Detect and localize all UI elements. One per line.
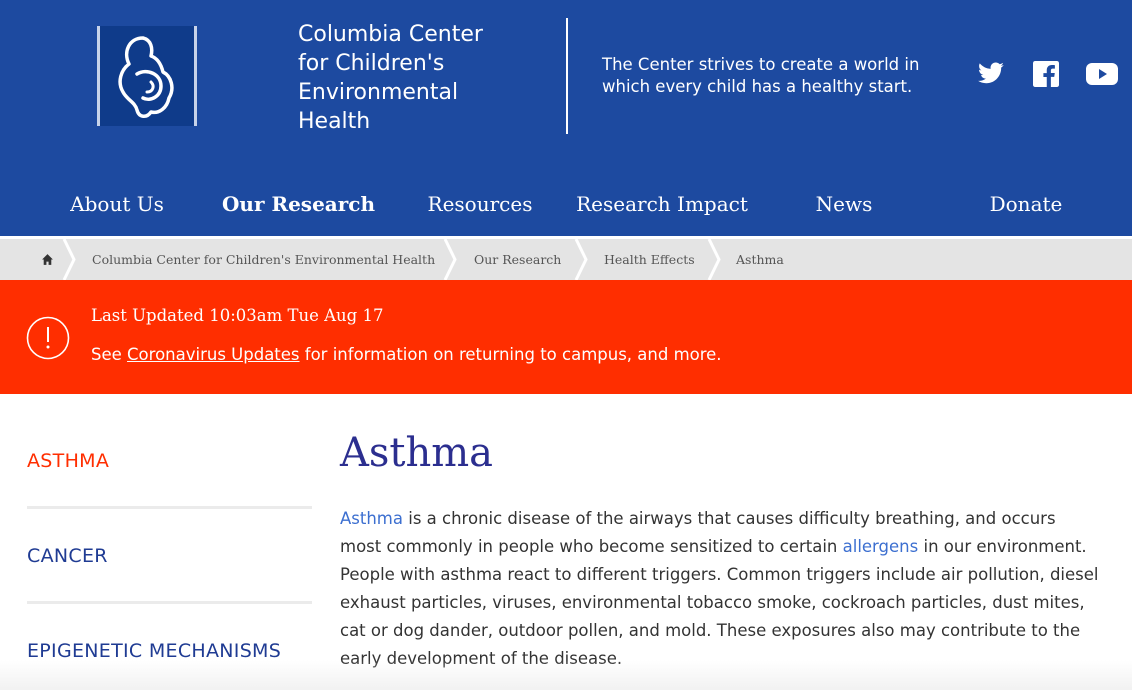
nav-research-impact[interactable]: Research Impact — [575, 180, 749, 228]
center-logo[interactable] — [97, 26, 197, 126]
breadcrumb-current: Asthma — [736, 252, 784, 267]
site-tagline: The Center strives to create a world in … — [602, 55, 920, 96]
facebook-icon[interactable] — [1031, 60, 1061, 88]
alert-message: See Coronavirus Updates for information … — [91, 345, 722, 364]
breadcrumb-center[interactable]: Columbia Center for Children's Environme… — [92, 239, 435, 280]
home-icon[interactable] — [36, 239, 58, 280]
breadcrumb-health-effects[interactable]: Health Effects — [604, 239, 695, 280]
breadcrumb-our-research[interactable]: Our Research — [474, 239, 561, 280]
breadcrumb-separator — [62, 239, 76, 280]
exclamation-icon — [26, 316, 70, 360]
main-nav: About Us Our Research Resources Research… — [0, 180, 1132, 228]
coronavirus-updates-link[interactable]: Coronavirus Updates — [127, 345, 300, 364]
breadcrumb-separator — [707, 239, 721, 280]
body-paragraph: Asthma is a chronic disease of the airwa… — [340, 505, 1100, 673]
breadcrumb-separator — [574, 239, 588, 280]
nav-donate[interactable]: Donate — [978, 180, 1074, 228]
mother-child-logo-icon — [118, 36, 174, 118]
nav-resources[interactable]: Resources — [420, 180, 540, 228]
site-header: Columbia Center for Children's Environme… — [0, 0, 1132, 236]
nav-our-research[interactable]: Our Research — [222, 180, 375, 228]
breadcrumb-separator — [443, 239, 457, 280]
header-divider — [566, 18, 568, 134]
breadcrumb: Columbia Center for Children's Environme… — [0, 236, 1132, 280]
youtube-icon[interactable] — [1086, 60, 1118, 88]
sidebar-divider — [27, 601, 312, 604]
nav-news[interactable]: News — [800, 180, 888, 228]
asthma-link[interactable]: Asthma — [340, 509, 403, 528]
sidebar-item-asthma[interactable]: ASTHMA — [27, 450, 312, 472]
sidebar-item-cancer[interactable]: CANCER — [27, 545, 312, 567]
alert-updated: Last Updated 10:03am Tue Aug 17 — [91, 306, 384, 325]
sidebar-item-epigenetic-mechanisms[interactable]: EPIGENETIC MECHANISMS — [27, 640, 312, 662]
alert-suffix: for information on returning to campus, … — [304, 345, 722, 364]
alert-prefix: See — [91, 345, 122, 364]
allergens-link[interactable]: allergens — [843, 537, 919, 556]
twitter-icon[interactable] — [976, 60, 1006, 88]
page-title: Asthma — [340, 430, 494, 476]
site-title[interactable]: Columbia Center for Children's Environme… — [298, 20, 518, 136]
alert-banner: Last Updated 10:03am Tue Aug 17 See Coro… — [0, 280, 1132, 394]
sidebar-divider — [27, 506, 312, 509]
nav-about-us[interactable]: About Us — [57, 180, 177, 228]
body-text-2: in our environment. People with asthma r… — [340, 537, 1099, 668]
